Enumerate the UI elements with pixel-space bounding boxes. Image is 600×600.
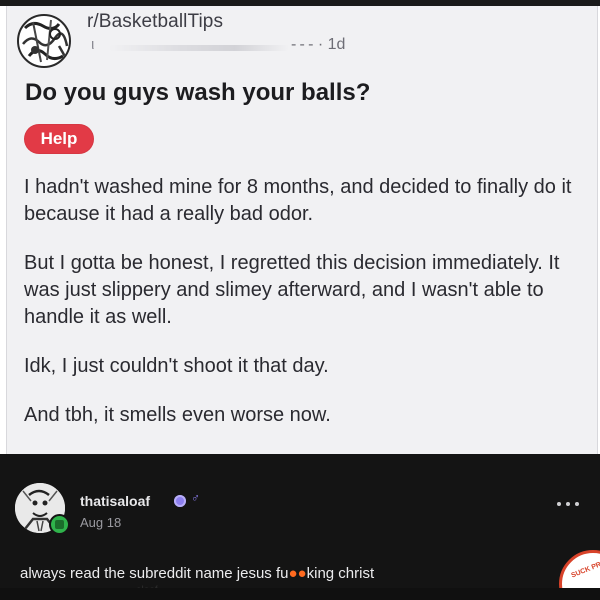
redacted-author-blur: [109, 45, 289, 51]
subreddit-name[interactable]: r/BasketballTips: [87, 11, 223, 33]
user-flair-glyph: ♂: [191, 491, 200, 505]
bottom-strip: [0, 588, 600, 600]
commenter-username[interactable]: thatisaloaf: [80, 493, 150, 509]
comment-text-start: always read the subreddit name jesus fu: [20, 565, 289, 582]
post-paragraph: Idk, I just couldn't shoot it that day.: [24, 355, 329, 377]
subreddit-avatar-icon[interactable]: [17, 14, 71, 68]
post-paragraph: And tbh, it smells even worse now.: [24, 404, 331, 426]
age-value: · 1d: [317, 36, 346, 53]
comment-text: always read the subreddit name jesus fu●…: [20, 565, 374, 582]
comment: thatisaloaf ♂ Aug 18 always read the sub…: [0, 454, 600, 600]
purple-badge-icon: [174, 495, 186, 507]
post-paragraph: I hadn't washed mine for 8 months, and d…: [24, 176, 572, 225]
comment-date: Aug 18: [80, 515, 122, 530]
comment-text-end: king christ: [306, 565, 375, 582]
reddit-post[interactable]: r/BasketballTips ι - - - · 1d Do you guy…: [6, 6, 598, 454]
age-prefix: - - -: [291, 36, 314, 53]
author-name[interactable]: ι: [91, 36, 94, 53]
post-meta: ι - - - · 1d: [91, 36, 391, 58]
post-title[interactable]: Do you guys wash your balls?: [25, 79, 370, 107]
censor-mark: ●●: [288, 565, 307, 582]
award-text: SUCK PROOF: [570, 555, 600, 580]
post-body: I hadn't washed mine for 8 months, and d…: [24, 174, 592, 449]
post-age: - - - · 1d: [291, 36, 345, 54]
online-status-icon: [49, 514, 70, 535]
screenshot-frame: r/BasketballTips ι - - - · 1d Do you guy…: [0, 0, 600, 600]
post-paragraph: But I gotta be honest, I regretted this …: [24, 252, 560, 328]
post-flair[interactable]: Help: [24, 124, 94, 154]
more-horizontal-icon[interactable]: [557, 500, 579, 508]
